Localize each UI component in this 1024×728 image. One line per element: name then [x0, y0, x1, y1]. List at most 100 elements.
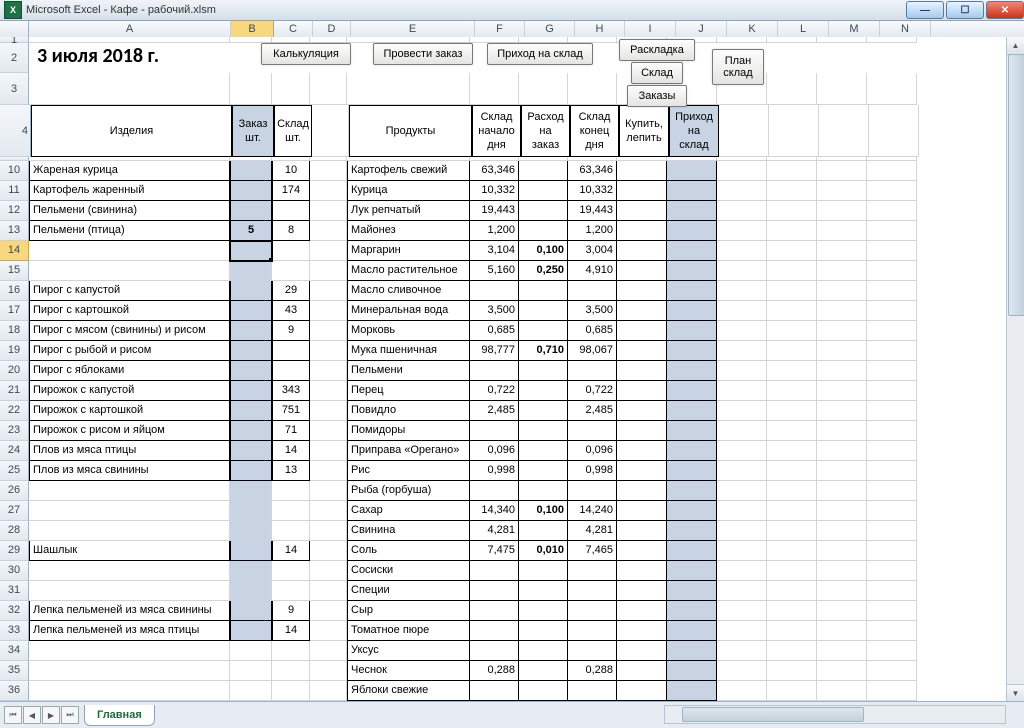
cell[interactable] — [717, 241, 767, 261]
cell[interactable] — [717, 521, 767, 541]
buy[interactable] — [617, 381, 667, 401]
arrival[interactable] — [667, 501, 717, 521]
stock-end[interactable]: 0,998 — [568, 461, 617, 481]
row-header[interactable]: 15 — [0, 261, 29, 281]
cell[interactable] — [310, 601, 347, 621]
stock-start[interactable]: 5,160 — [470, 261, 519, 281]
product-name[interactable]: Минеральная вода — [347, 301, 470, 321]
buy[interactable] — [617, 641, 667, 661]
cell[interactable] — [310, 361, 347, 381]
col-header[interactable]: E — [351, 21, 475, 38]
buy[interactable] — [617, 461, 667, 481]
scroll-thumb[interactable] — [1008, 54, 1024, 316]
cell[interactable] — [310, 401, 347, 421]
cell[interactable] — [310, 661, 347, 681]
item-name[interactable] — [29, 521, 230, 541]
row-header[interactable]: 20 — [0, 361, 29, 381]
consume[interactable]: 0,100 — [519, 501, 568, 521]
stock-end[interactable]: 0,096 — [568, 441, 617, 461]
cell[interactable] — [29, 641, 230, 661]
stock-button[interactable]: Склад — [631, 62, 683, 84]
product-name[interactable]: Курица — [347, 181, 470, 201]
buy[interactable] — [617, 281, 667, 301]
calc-button[interactable]: Калькуляция — [261, 43, 351, 65]
order-qty[interactable] — [230, 161, 272, 181]
stock-qty[interactable]: 9 — [272, 601, 310, 621]
stock-end[interactable] — [568, 641, 617, 661]
stock-qty[interactable]: 13 — [272, 461, 310, 481]
product-name[interactable]: Уксус — [347, 641, 470, 661]
product-name[interactable]: Сахар — [347, 501, 470, 521]
cell[interactable] — [817, 73, 867, 105]
product-name[interactable]: Маргарин — [347, 241, 470, 261]
item-name[interactable] — [29, 241, 230, 261]
cell[interactable] — [819, 105, 869, 157]
arrival[interactable] — [667, 381, 717, 401]
stock-start[interactable]: 0,685 — [470, 321, 519, 341]
row-header[interactable]: 16 — [0, 281, 29, 301]
cell[interactable] — [470, 73, 519, 105]
cell[interactable] — [717, 601, 767, 621]
cell[interactable] — [817, 261, 867, 281]
cell[interactable] — [717, 161, 767, 181]
arrival[interactable] — [667, 241, 717, 261]
item-name[interactable]: Пирожок с капустой — [29, 381, 230, 401]
order-qty[interactable] — [230, 361, 272, 381]
first-sheet-icon[interactable]: ⏮ — [4, 706, 22, 724]
row-header[interactable]: 17 — [0, 301, 29, 321]
order-qty[interactable] — [230, 461, 272, 481]
order-qty[interactable] — [230, 301, 272, 321]
cell[interactable] — [310, 561, 347, 581]
item-name[interactable]: Плов из мяса свинины — [29, 461, 230, 481]
stock-start[interactable]: 10,332 — [470, 181, 519, 201]
cell[interactable] — [310, 541, 347, 561]
cell[interactable] — [310, 301, 347, 321]
buy[interactable] — [617, 221, 667, 241]
arrival[interactable] — [667, 681, 717, 701]
row-header[interactable]: 29 — [0, 541, 29, 561]
item-name[interactable] — [29, 561, 230, 581]
cell[interactable] — [717, 281, 767, 301]
cell[interactable] — [717, 661, 767, 681]
buy[interactable] — [617, 161, 667, 181]
cell[interactable] — [717, 641, 767, 661]
arrival[interactable] — [667, 301, 717, 321]
item-name[interactable]: Картофель жаренный — [29, 181, 230, 201]
consume[interactable] — [519, 461, 568, 481]
cell[interactable] — [867, 361, 917, 381]
cell[interactable] — [310, 441, 347, 461]
stock-qty[interactable] — [272, 481, 310, 501]
cell[interactable] — [817, 641, 867, 661]
cell[interactable] — [310, 181, 347, 201]
consume[interactable] — [519, 281, 568, 301]
stock-qty[interactable]: 174 — [272, 181, 310, 201]
cell[interactable] — [310, 581, 347, 601]
buy[interactable] — [617, 241, 667, 261]
arrival[interactable] — [667, 481, 717, 501]
product-name[interactable]: Сосиски — [347, 561, 470, 581]
col-header[interactable]: G — [525, 21, 575, 38]
item-name[interactable]: Пирог с мясом (свинины) и рисом — [29, 321, 230, 341]
order-qty[interactable] — [230, 201, 272, 221]
item-name[interactable]: Плов из мяса птицы — [29, 441, 230, 461]
stock-start[interactable]: 7,475 — [470, 541, 519, 561]
item-name[interactable] — [29, 581, 230, 601]
row-header[interactable]: 2 — [0, 43, 29, 73]
row-header[interactable]: 33 — [0, 621, 29, 641]
product-name[interactable]: Пельмени — [347, 361, 470, 381]
row-header[interactable]: 35 — [0, 661, 29, 681]
stock-end[interactable]: 19,443 — [568, 201, 617, 221]
cell[interactable] — [867, 43, 917, 73]
stock-start[interactable]: 2,485 — [470, 401, 519, 421]
col-header[interactable]: A — [29, 21, 231, 38]
buy[interactable] — [617, 421, 667, 441]
col-header[interactable]: J — [676, 21, 727, 38]
arrival[interactable] — [667, 621, 717, 641]
cell[interactable] — [230, 681, 272, 701]
row-header[interactable]: 32 — [0, 601, 29, 621]
arrival[interactable] — [667, 461, 717, 481]
arrival-button[interactable]: Приход на склад — [487, 43, 593, 65]
stock-qty[interactable]: 10 — [272, 161, 310, 181]
consume[interactable] — [519, 581, 568, 601]
cell[interactable] — [272, 681, 310, 701]
